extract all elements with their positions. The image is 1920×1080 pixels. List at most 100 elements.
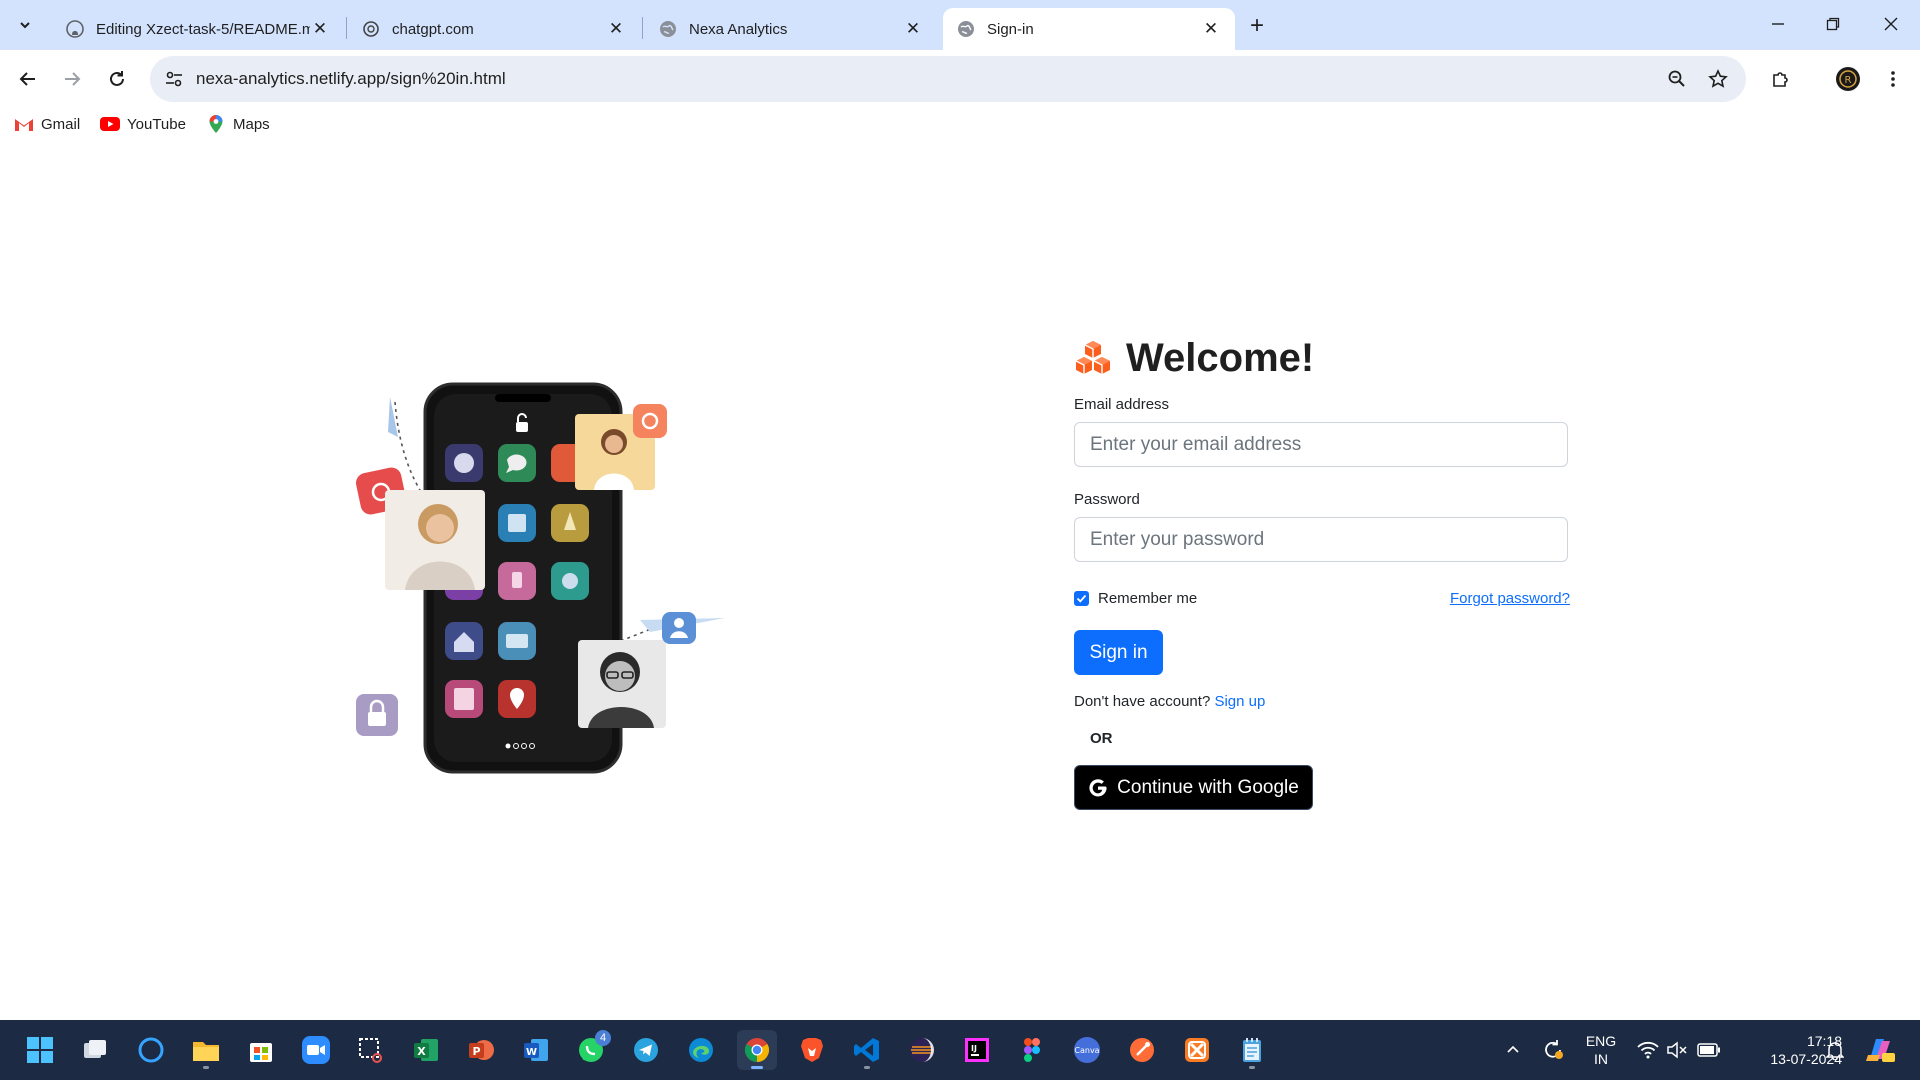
profile-avatar[interactable]: R	[1833, 64, 1863, 94]
figma-icon[interactable]	[1012, 1030, 1052, 1070]
site-settings-icon[interactable]	[164, 69, 184, 89]
brave-icon[interactable]	[792, 1030, 832, 1070]
github-icon	[66, 20, 84, 38]
maps-icon	[206, 115, 226, 133]
region-code: IN	[1594, 1051, 1608, 1067]
browser-menu-button[interactable]	[1878, 64, 1908, 94]
microsoft-store-icon[interactable]	[241, 1030, 281, 1070]
sync-icon[interactable]	[1538, 1030, 1568, 1070]
gmail-icon	[14, 115, 34, 133]
bookmark-star-icon[interactable]	[1707, 68, 1729, 90]
file-explorer-icon[interactable]	[186, 1030, 226, 1070]
close-icon[interactable]: ✕	[606, 19, 626, 39]
address-bar[interactable]: nexa-analytics.netlify.app/sign%20in.htm…	[150, 56, 1746, 102]
notifications-bell-icon[interactable]	[1822, 1030, 1848, 1070]
battery-icon[interactable]	[1694, 1030, 1724, 1070]
sign-in-button[interactable]: Sign in	[1074, 630, 1163, 675]
tab-separator	[642, 17, 643, 39]
cubes-logo-icon	[1075, 341, 1110, 374]
tab-search-button[interactable]	[10, 10, 40, 40]
minimize-button[interactable]	[1758, 8, 1798, 40]
minimize-icon	[1772, 23, 1784, 25]
browser-toolbar: nexa-analytics.netlify.app/sign%20in.htm…	[0, 50, 1920, 108]
continue-with-google-button[interactable]: Continue with Google	[1074, 765, 1313, 810]
arrow-left-icon	[19, 72, 35, 86]
vscode-icon[interactable]	[847, 1030, 887, 1070]
tab-nexa-analytics[interactable]: Nexa Analytics ✕	[645, 8, 937, 50]
close-icon[interactable]: ✕	[903, 19, 923, 39]
telegram-icon[interactable]	[626, 1030, 666, 1070]
whatsapp-badge: 4	[595, 1030, 611, 1046]
sign-up-link[interactable]: Sign up	[1214, 693, 1265, 710]
copilot-icon[interactable]	[1862, 1030, 1898, 1070]
restore-button[interactable]	[1813, 8, 1853, 40]
excel-icon[interactable]: X	[406, 1030, 446, 1070]
intellij-icon[interactable]: IJ	[957, 1030, 997, 1070]
running-indicator	[203, 1066, 209, 1069]
close-window-button[interactable]	[1871, 8, 1911, 40]
close-icon[interactable]: ✕	[310, 19, 330, 39]
reload-button[interactable]	[102, 64, 132, 94]
chrome-icon[interactable]	[737, 1030, 777, 1070]
cortana-icon[interactable]	[131, 1030, 171, 1070]
volume-muted-icon[interactable]	[1664, 1030, 1690, 1070]
show-hidden-icons-button[interactable]	[1500, 1030, 1526, 1070]
bookmark-gmail[interactable]: Gmail	[14, 115, 80, 133]
globe-icon	[659, 20, 677, 38]
edge-icon[interactable]	[681, 1030, 721, 1070]
svg-text:R: R	[1845, 75, 1852, 86]
google-button-label: Continue with Google	[1117, 776, 1299, 798]
close-icon	[1884, 17, 1898, 31]
back-button[interactable]	[13, 64, 43, 94]
close-icon[interactable]: ✕	[1201, 19, 1221, 39]
bookmark-maps[interactable]: Maps	[206, 115, 270, 133]
svg-text:X: X	[417, 1045, 426, 1058]
remember-me-checkbox[interactable]: Remember me	[1074, 590, 1197, 607]
bookmarks-bar: Gmail YouTube Maps	[0, 108, 1920, 142]
page-content: Welcome! Email address Password Remember…	[0, 142, 1920, 1020]
tab-title: Nexa Analytics	[689, 20, 788, 38]
input-language-indicator[interactable]: ENG IN	[1580, 1032, 1622, 1068]
word-icon[interactable]: W	[516, 1030, 556, 1070]
tab-github-readme[interactable]: Editing Xzect-task-5/README.m ✕	[52, 8, 344, 50]
notepad-icon[interactable]	[1232, 1030, 1272, 1070]
or-divider: OR	[1090, 730, 1113, 747]
password-field[interactable]	[1074, 517, 1568, 562]
wifi-icon[interactable]	[1635, 1030, 1661, 1070]
chevron-down-icon	[20, 22, 30, 29]
tab-chatgpt[interactable]: chatgpt.com ✕	[348, 8, 640, 50]
eclipse-icon[interactable]	[902, 1030, 942, 1070]
bookmark-label: YouTube	[127, 115, 186, 133]
url-text[interactable]: nexa-analytics.netlify.app/sign%20in.htm…	[196, 69, 506, 89]
phone-apps-illustration	[355, 382, 725, 774]
extensions-button[interactable]	[1766, 64, 1796, 94]
zoom-app-icon[interactable]	[296, 1030, 336, 1070]
bookmark-youtube[interactable]: YouTube	[100, 115, 186, 133]
windows-start-icon[interactable]	[20, 1030, 60, 1070]
youtube-icon	[100, 115, 120, 133]
xampp-icon[interactable]	[1177, 1030, 1217, 1070]
email-label: Email address	[1074, 396, 1170, 413]
email-field[interactable]	[1074, 422, 1568, 467]
new-tab-button[interactable]: +	[1243, 12, 1271, 40]
tab-title: Editing Xzect-task-5/README.m	[96, 20, 310, 38]
zoom-icon[interactable]	[1666, 68, 1688, 90]
forward-button[interactable]	[57, 64, 87, 94]
svg-text:W: W	[526, 1047, 537, 1058]
tab-separator	[346, 17, 347, 39]
tab-sign-in[interactable]: Sign-in ✕	[943, 8, 1235, 50]
task-view-icon[interactable]	[75, 1030, 115, 1070]
password-label: Password	[1074, 491, 1140, 508]
active-indicator	[751, 1066, 763, 1069]
remember-forgot-row: Remember me Forgot password?	[1074, 588, 1570, 608]
powerpoint-icon[interactable]: P	[461, 1030, 501, 1070]
forgot-password-link[interactable]: Forgot password?	[1450, 590, 1570, 607]
postman-icon[interactable]	[1122, 1030, 1162, 1070]
puzzle-icon	[1773, 72, 1788, 87]
whatsapp-icon[interactable]: 4	[571, 1030, 611, 1070]
snipping-tool-icon[interactable]	[351, 1030, 391, 1070]
checkbox-checked-icon[interactable]	[1074, 590, 1089, 606]
canva-icon[interactable]: Canva	[1067, 1030, 1107, 1070]
chevron-up-icon	[1507, 1045, 1519, 1053]
remember-me-label: Remember me	[1098, 589, 1198, 607]
